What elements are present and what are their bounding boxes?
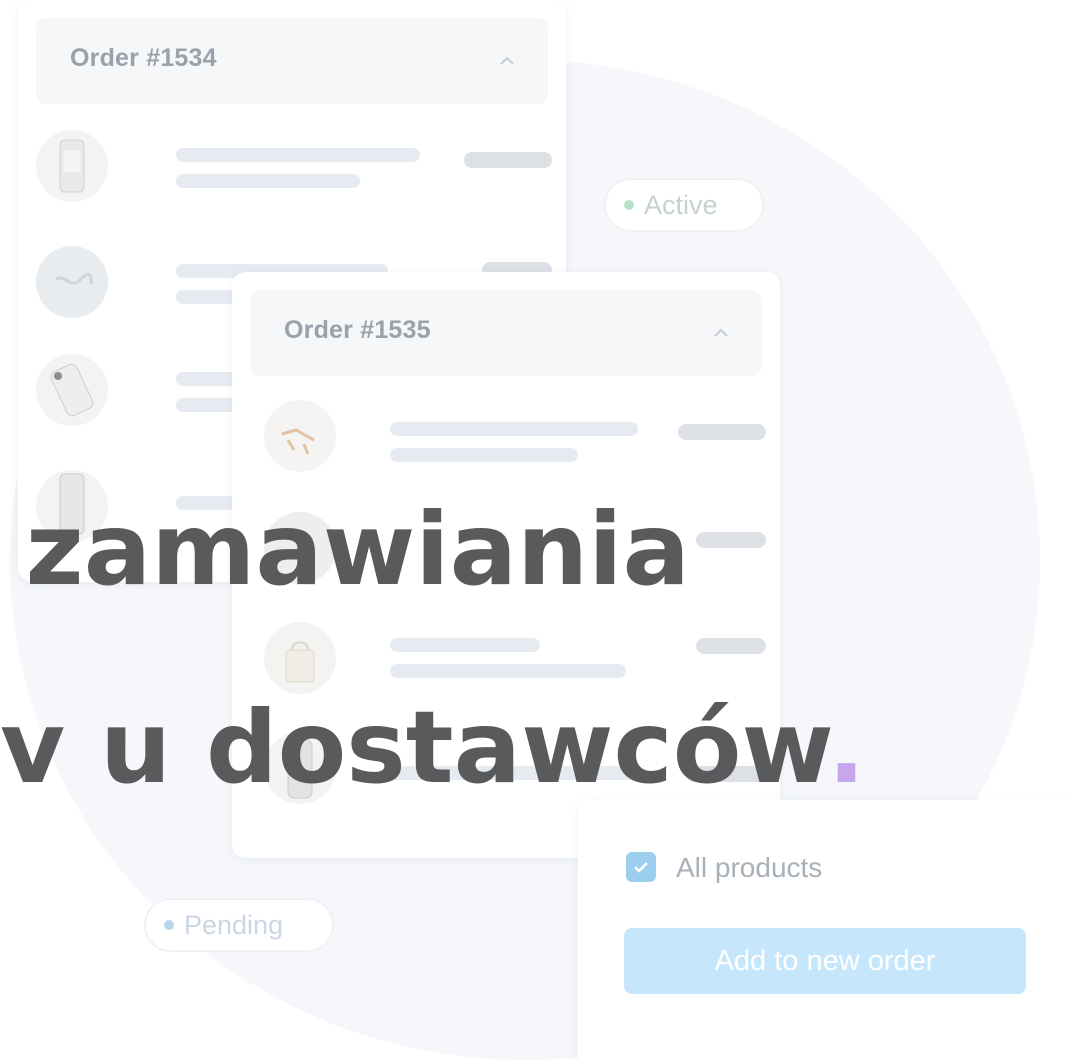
order-title: Order #1535 [284, 316, 431, 344]
product-thumbnail [264, 622, 336, 694]
add-to-new-order-button[interactable]: Add to new order [624, 928, 1026, 994]
order-title: Order #1534 [70, 44, 217, 72]
headline-text: v u dostawców [0, 689, 828, 806]
headline-line-2: v u dostawców. [0, 698, 865, 798]
phone-case-icon [50, 363, 94, 417]
list-item [250, 400, 766, 484]
status-label: Pending [184, 909, 284, 940]
cable-icon [264, 400, 336, 472]
bottle-icon [59, 139, 85, 193]
product-thumbnail [36, 246, 108, 318]
all-products-checkbox[interactable] [626, 852, 656, 882]
headline-accent: . [827, 689, 866, 806]
product-thumbnail [36, 354, 108, 426]
status-badge-active: Active [604, 178, 764, 232]
check-icon [634, 862, 648, 873]
chevron-up-icon[interactable] [710, 322, 732, 344]
list-item [36, 130, 552, 214]
product-thumbnail [36, 130, 108, 202]
product-thumbnail [264, 400, 336, 472]
add-products-panel: All products Add to new order [578, 800, 1066, 1060]
status-dot [624, 200, 634, 210]
all-products-label: All products [676, 852, 823, 883]
order-header[interactable]: Order #1534 [36, 18, 548, 104]
chevron-up-icon[interactable] [496, 50, 518, 72]
cable-icon [36, 246, 108, 318]
headline-line-1: zamawiania [25, 491, 690, 608]
status-dot [164, 920, 174, 930]
status-label: Active [644, 189, 718, 220]
bag-icon [264, 622, 336, 694]
status-badge-pending: Pending [144, 898, 334, 952]
order-header[interactable]: Order #1535 [250, 290, 762, 376]
